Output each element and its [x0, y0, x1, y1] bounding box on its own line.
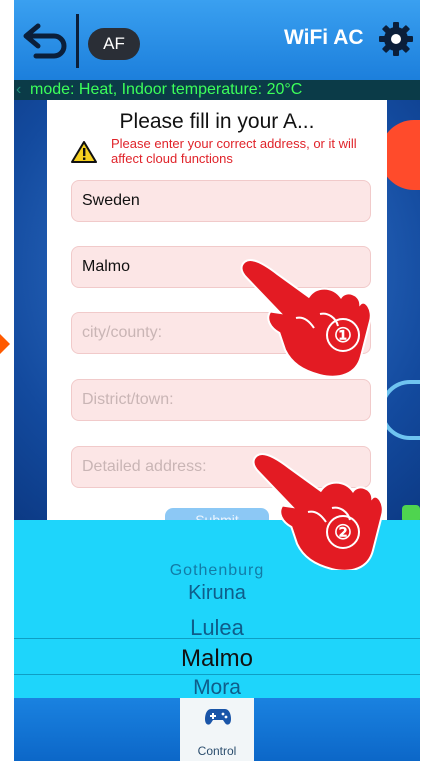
step-1-badge: ①	[326, 318, 360, 352]
warning-icon	[71, 141, 97, 163]
status-text: mode: Heat, Indoor temperature: 20°C	[30, 81, 303, 98]
pointing-hand-icon	[252, 452, 384, 570]
picker-item[interactable]: Kiruna	[14, 582, 420, 605]
app-header: AF WiFi AC	[14, 0, 420, 80]
pointing-hand-icon	[240, 258, 372, 376]
gear-icon[interactable]	[378, 21, 414, 57]
tab-control-label: Control	[197, 744, 237, 758]
step-2-badge: ②	[326, 515, 360, 549]
dialog-title: Please fill in your A...	[119, 110, 315, 133]
phone-screen: AF WiFi AC ‹ mode: Heat, Indoor temperat…	[14, 0, 420, 761]
country-field[interactable]: Sweden	[71, 180, 371, 222]
gamepad-icon	[205, 709, 231, 725]
back-arrow-icon[interactable]	[22, 20, 70, 62]
tab-control[interactable]: Control	[180, 698, 254, 761]
app-title: WiFi AC	[284, 26, 364, 49]
warning-text: Please enter your correct address, or it…	[111, 136, 357, 166]
status-ticker: ‹ mode: Heat, Indoor temperature: 20°C	[14, 80, 420, 100]
picker-item[interactable]: Mora	[14, 676, 420, 698]
header-divider	[76, 14, 79, 68]
picker-item-selected[interactable]: Malmo	[14, 645, 420, 673]
picker-divider	[14, 674, 420, 675]
af-button[interactable]: AF	[88, 28, 140, 60]
edge-arrow-marker	[0, 334, 10, 354]
picker-divider	[14, 638, 420, 639]
district-town-field[interactable]: District/town:	[71, 379, 371, 421]
ticker-scroll-icon: ‹	[16, 81, 22, 98]
